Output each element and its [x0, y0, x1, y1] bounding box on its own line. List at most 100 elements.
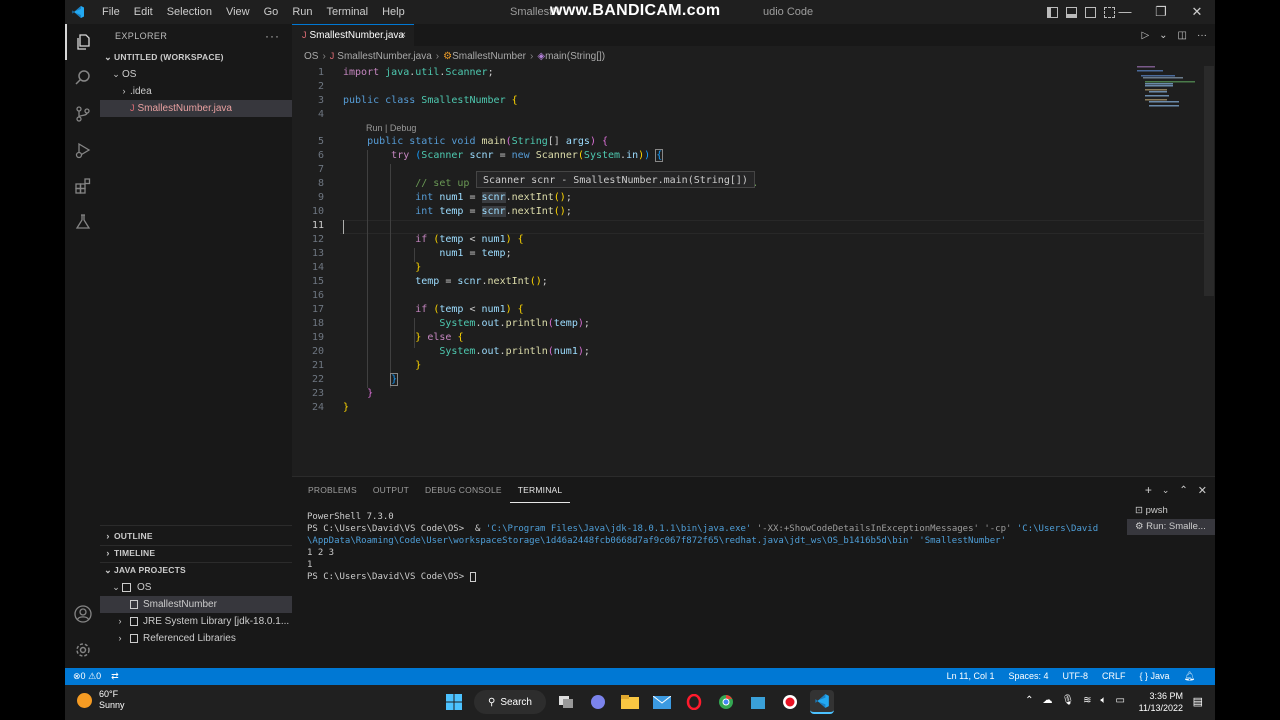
file-explorer-icon[interactable] — [618, 690, 642, 714]
toggle-panel-icon[interactable] — [1066, 6, 1077, 18]
indentation[interactable]: Spaces: 4 — [1008, 668, 1048, 685]
cursor-position[interactable]: Ln 11, Col 1 — [947, 668, 995, 685]
tab-smallestnumber-java[interactable]: J SmallestNumber.java × — [292, 24, 414, 46]
tree-folder-idea[interactable]: › .idea — [100, 83, 292, 100]
tab-output[interactable]: OUTPUT — [365, 477, 417, 503]
tab-terminal[interactable]: TERMINAL — [509, 477, 571, 503]
line-endings[interactable]: CRLF — [1102, 668, 1126, 685]
terminal-output[interactable]: PowerShell 7.3.0 PS C:\Users\David\VS Co… — [307, 511, 1107, 583]
chevron-up-icon[interactable]: ⌃ — [1025, 695, 1033, 706]
toggle-secondary-sidebar-icon[interactable] — [1085, 6, 1096, 18]
toggle-sidebar-icon[interactable] — [1047, 6, 1058, 18]
mail-icon[interactable] — [650, 690, 674, 714]
run-debug-icon[interactable] — [65, 132, 100, 168]
vscode-window: File Edit Selection View Go Run Terminal… — [65, 0, 1215, 685]
search-icon[interactable] — [65, 60, 100, 96]
close-panel-icon[interactable]: ✕ — [1198, 484, 1207, 497]
editor-scrollbar[interactable] — [1204, 66, 1214, 296]
teams-chat-icon[interactable] — [586, 690, 610, 714]
code-line: 9 int num1 = scnr.nextInt(); — [317, 192, 572, 203]
chevron-down-icon[interactable]: ⌄ — [1159, 30, 1167, 41]
live-share-icon[interactable]: ⇄ — [111, 668, 119, 685]
source-control-icon[interactable] — [65, 96, 100, 132]
menu-go[interactable]: Go — [257, 0, 286, 24]
volume-icon[interactable]: 🔈︎ — [1101, 695, 1107, 706]
minimap[interactable] — [1135, 66, 1197, 126]
java-projects-section[interactable]: ⌄ JAVA PROJECTS — [100, 562, 292, 579]
windows-taskbar: 60°F Sunny ⚲ Search ⌃ ☁ 🎙︎ ≋ 🔈︎ ▭ 3:36 PM … — [65, 685, 1215, 720]
menu-run[interactable]: Run — [285, 0, 319, 24]
maximize-panel-icon[interactable]: ⌃ — [1179, 485, 1187, 496]
code-editor[interactable]: 1 import java.util.Scanner; 2 3 public cla… — [292, 66, 1215, 476]
restore-icon[interactable]: ❐ — [1143, 0, 1179, 24]
workspace-root[interactable]: ⌄ UNTITLED (WORKSPACE) — [100, 49, 292, 66]
window-controls: — ❐ ✕ — [1107, 0, 1215, 24]
code-line: 1 import java.util.Scanner; — [317, 67, 494, 78]
task-view-icon[interactable] — [554, 690, 578, 714]
taskbar-clock[interactable]: 3:36 PM 11/13/2022 — [1139, 690, 1183, 714]
extensions-icon[interactable] — [65, 168, 100, 204]
store-icon[interactable] — [746, 690, 770, 714]
problems-status[interactable]: ⊗0 ⚠0 — [73, 668, 101, 685]
tab-problems[interactable]: PROBLEMS — [300, 477, 365, 503]
chevron-down-icon[interactable]: ⌄ — [1162, 485, 1170, 496]
breadcrumb-folder[interactable]: OS — [304, 51, 318, 62]
language-mode[interactable]: { } Java — [1140, 668, 1170, 685]
project-referenced-libraries[interactable]: › Referenced Libraries — [100, 630, 292, 647]
terminal-item-pwsh[interactable]: ⊡ pwsh — [1127, 503, 1215, 519]
outline-section[interactable]: › OUTLINE — [100, 528, 292, 545]
menu-help[interactable]: Help — [375, 0, 412, 24]
microphone-icon[interactable]: 🎙︎ — [1061, 695, 1074, 706]
tree-file-smallestnumber[interactable]: J SmallestNumber.java — [100, 100, 292, 117]
project-jre-library[interactable]: › JRE System Library [jdk-18.0.1... — [100, 613, 292, 630]
breadcrumb-file[interactable]: SmallestNumber.java — [337, 51, 431, 62]
new-terminal-icon[interactable]: + — [1145, 483, 1152, 497]
code-line: 13 num1 = temp; — [311, 248, 512, 259]
minimize-icon[interactable]: — — [1107, 0, 1143, 24]
terminal-icon: ⊡ — [1135, 505, 1146, 516]
activity-bar — [65, 24, 100, 668]
codelens-run-debug[interactable]: Run | Debug — [366, 123, 416, 133]
breadcrumb-class[interactable]: SmallestNumber — [452, 51, 526, 62]
menu-view[interactable]: View — [219, 0, 257, 24]
chevron-down-icon: ⌄ — [112, 582, 120, 592]
tree-folder-os[interactable]: ⌄ OS — [100, 66, 292, 83]
taskbar-search[interactable]: ⚲ Search — [474, 690, 546, 714]
opera-icon[interactable] — [682, 690, 706, 714]
notifications-icon[interactable]: 🔔︎ — [1184, 668, 1195, 685]
close-tab-icon[interactable]: × — [400, 25, 406, 46]
more-actions-icon[interactable]: ··· — [265, 24, 280, 48]
menu-selection[interactable]: Selection — [160, 0, 219, 24]
breadcrumb-method[interactable]: main(String[]) — [545, 51, 605, 62]
manage-gear-icon[interactable] — [65, 632, 100, 668]
onedrive-cloud-icon[interactable]: ☁ — [1042, 695, 1052, 706]
testing-icon[interactable] — [65, 204, 100, 240]
project-os[interactable]: ⌄ OS — [100, 579, 292, 596]
weather-widget[interactable]: 60°F Sunny — [77, 689, 125, 711]
menu-edit[interactable]: Edit — [127, 0, 160, 24]
wifi-icon[interactable]: ≋ — [1083, 695, 1091, 706]
project-class-smallestnumber[interactable]: SmallestNumber — [100, 596, 292, 613]
menu-file[interactable]: File — [95, 0, 127, 24]
code-line: 22 } — [311, 373, 399, 386]
encoding[interactable]: UTF-8 — [1063, 668, 1089, 685]
windows-start-icon[interactable] — [442, 690, 466, 714]
close-window-icon[interactable]: ✕ — [1179, 0, 1215, 24]
vscode-taskbar-icon[interactable] — [810, 690, 834, 714]
bandicam-record-icon[interactable] — [778, 690, 802, 714]
battery-icon[interactable]: ▭ — [1116, 695, 1125, 706]
split-editor-icon[interactable]: ◫ — [1178, 30, 1187, 41]
window-title-right: udio Code — [763, 6, 814, 18]
menu-terminal[interactable]: Terminal — [320, 0, 376, 24]
status-right: Ln 11, Col 1 Spaces: 4 UTF-8 CRLF { } Ja… — [947, 668, 1195, 685]
chrome-icon[interactable] — [714, 690, 738, 714]
notification-center-icon[interactable]: ▤ — [1193, 695, 1203, 708]
terminal-cursor — [469, 571, 476, 582]
tab-debug-console[interactable]: DEBUG CONSOLE — [417, 477, 510, 503]
terminal-item-run[interactable]: ⚙ Run: Smalle... — [1127, 519, 1215, 535]
explorer-icon[interactable] — [65, 24, 100, 60]
account-icon[interactable] — [65, 596, 100, 632]
timeline-section[interactable]: › TIMELINE — [100, 545, 292, 562]
run-icon[interactable]: ▷ — [1141, 30, 1149, 41]
more-actions-icon[interactable]: ··· — [1197, 30, 1207, 41]
